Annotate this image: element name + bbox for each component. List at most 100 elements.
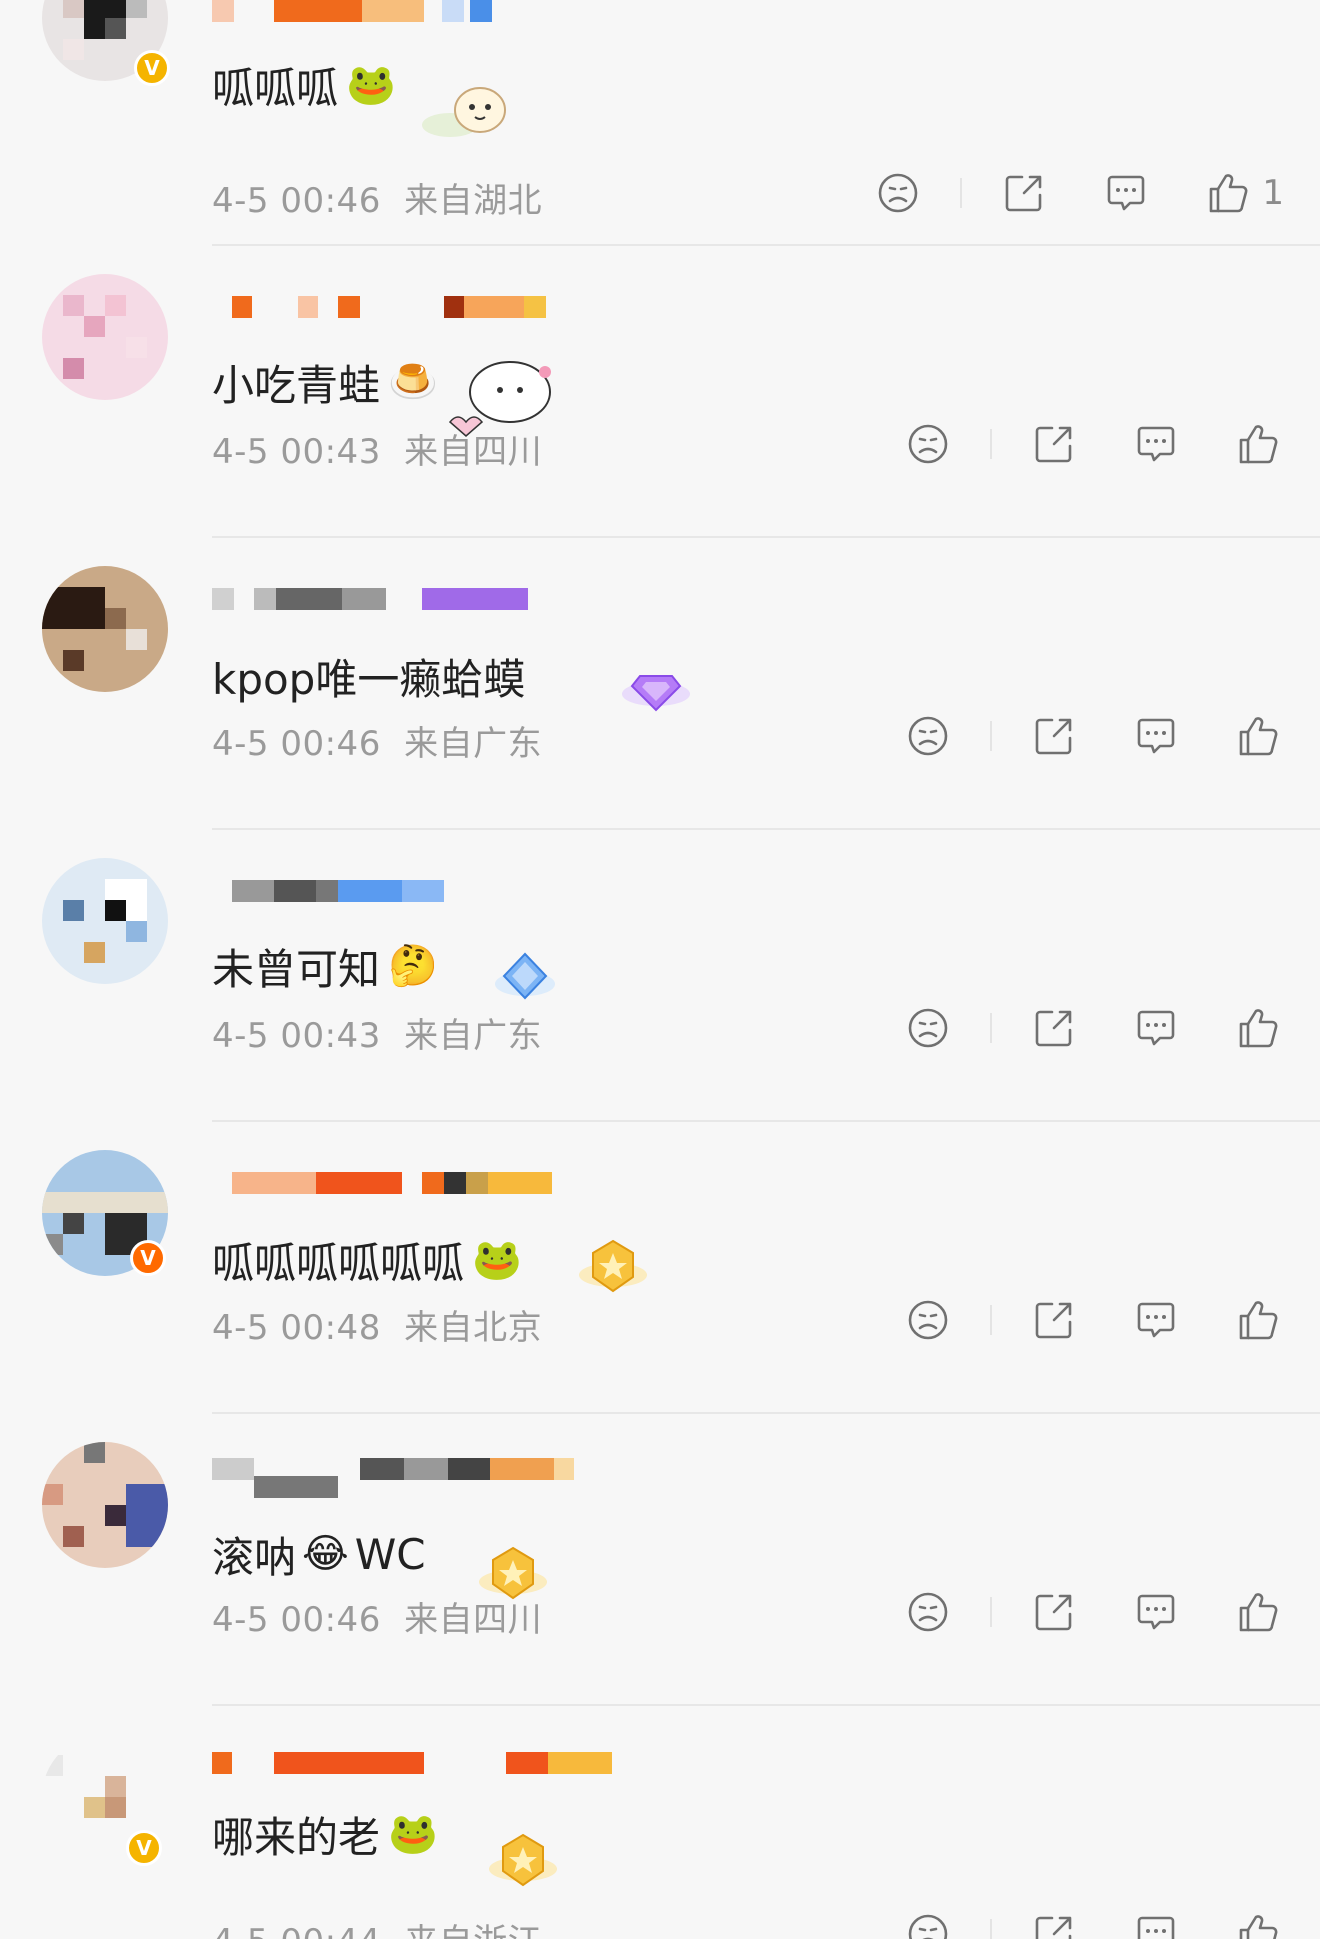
comment-item: kpop唯一癞蛤蟆 4-5 00:46 来自广东 bbox=[0, 566, 1320, 857]
avatar[interactable] bbox=[42, 1442, 168, 1568]
share-icon[interactable] bbox=[1002, 171, 1046, 215]
comment-time: 4-5 00:43 bbox=[212, 432, 381, 472]
thumbs-up-icon[interactable] bbox=[1236, 1590, 1280, 1634]
comment-location: 来自广东 bbox=[404, 724, 543, 764]
avatar[interactable] bbox=[42, 566, 168, 692]
share-icon[interactable] bbox=[1032, 714, 1076, 758]
share-icon[interactable] bbox=[1032, 422, 1076, 466]
thumbs-up-icon[interactable] bbox=[1236, 1298, 1280, 1342]
avatar[interactable] bbox=[42, 274, 168, 400]
thumbs-up-icon[interactable] bbox=[1236, 714, 1280, 758]
comment-item: 未曾可知 🤔 4-5 00:43 来自广东 bbox=[0, 858, 1320, 1149]
divider-line bbox=[990, 721, 992, 751]
comment-text-body: kpop唯一癞蛤蟆 bbox=[212, 654, 526, 704]
comment-item: V 哪来的老 🐸 4-5 00:44 来自浙江 bbox=[0, 1734, 1320, 1939]
frog-emoji-icon: 🐸 bbox=[346, 62, 396, 108]
comment-divider bbox=[212, 1412, 1320, 1414]
share-icon[interactable] bbox=[1032, 1298, 1076, 1342]
divider-line bbox=[990, 1597, 992, 1627]
comment-location: 来自湖北 bbox=[404, 181, 543, 221]
share-icon[interactable] bbox=[1032, 1590, 1076, 1634]
comment-bubble-icon[interactable] bbox=[1104, 171, 1148, 215]
nickname[interactable] bbox=[212, 880, 572, 902]
comment-bubble-icon[interactable] bbox=[1134, 714, 1178, 758]
share-icon[interactable] bbox=[1032, 1006, 1076, 1050]
frown-icon[interactable] bbox=[906, 1590, 950, 1634]
thumbs-up-icon[interactable] bbox=[1236, 422, 1280, 466]
verified-badge: V bbox=[130, 1240, 166, 1276]
comment-bubble-icon[interactable] bbox=[1134, 1298, 1178, 1342]
comment-bubble-icon[interactable] bbox=[1134, 1006, 1178, 1050]
laughing-tears-emoji-icon: 😂 bbox=[302, 1531, 349, 1577]
comment-actions bbox=[906, 1298, 1280, 1342]
comment-text: 未曾可知 🤔 bbox=[212, 936, 438, 996]
frown-icon[interactable] bbox=[906, 714, 950, 758]
comment-text-body: 小吃青蛙 bbox=[212, 360, 381, 410]
medal-gold-icon bbox=[579, 1239, 647, 1293]
comment-actions bbox=[906, 1590, 1280, 1634]
comment-location: 来自四川 bbox=[404, 1600, 543, 1640]
divider-line bbox=[990, 1919, 992, 1939]
comment-divider bbox=[212, 244, 1320, 246]
comment-item: 小吃青蛙 🍮 4-5 00:43 来自四川 bbox=[0, 274, 1320, 565]
nickname[interactable] bbox=[212, 0, 572, 22]
comment-text-body: 哪来的老 bbox=[212, 1812, 381, 1862]
comment-divider bbox=[212, 536, 1320, 538]
divider-line bbox=[960, 178, 963, 208]
comment-text: 小吃青蛙 🍮 bbox=[212, 352, 438, 412]
comment-text: 哪来的老 🐸 bbox=[212, 1804, 438, 1864]
diamond-blue-icon bbox=[495, 952, 555, 1000]
like-count: 1 bbox=[1262, 173, 1284, 213]
comment-meta: 4-5 00:43 来自四川 bbox=[212, 424, 542, 473]
comment-item: 滚呐 😂 WC 4-5 00:46 来自四川 bbox=[0, 1442, 1320, 1733]
thumbs-up-icon[interactable] bbox=[1236, 1912, 1280, 1939]
comment-divider bbox=[212, 828, 1320, 830]
comment-time: 4-5 00:44 bbox=[212, 1922, 381, 1939]
avatar[interactable] bbox=[42, 858, 168, 984]
comment-time: 4-5 00:43 bbox=[212, 1016, 381, 1056]
nickname[interactable] bbox=[212, 296, 572, 318]
comment-actions bbox=[906, 422, 1280, 466]
nickname[interactable] bbox=[212, 1172, 572, 1194]
diamond-purple-icon bbox=[622, 675, 690, 712]
comment-text-body: 未曾可知 bbox=[212, 944, 381, 994]
comment-time: 4-5 00:46 bbox=[212, 181, 381, 221]
frown-icon[interactable] bbox=[906, 422, 950, 466]
comment-location: 来自广东 bbox=[404, 1016, 543, 1056]
thinking-emoji-icon: 🤔 bbox=[388, 943, 438, 989]
comment-divider bbox=[212, 1120, 1320, 1122]
verified-badge: V bbox=[134, 50, 170, 86]
comment-bubble-icon[interactable] bbox=[1134, 1590, 1178, 1634]
frown-icon[interactable] bbox=[906, 1006, 950, 1050]
thumbs-up-icon[interactable] bbox=[1236, 1006, 1280, 1050]
comment-time: 4-5 00:46 bbox=[212, 1600, 381, 1640]
comment-time: 4-5 00:48 bbox=[212, 1308, 381, 1348]
nickname[interactable] bbox=[212, 1752, 612, 1774]
comment-item: V 呱呱呱 🐸 4-5 00:46 来自湖北 1 bbox=[0, 0, 1320, 266]
nickname[interactable] bbox=[212, 1458, 574, 1498]
comment-item: V 呱呱呱呱呱呱 🐸 4-5 00:48 来自北京 bbox=[0, 1150, 1320, 1441]
comment-meta: 4-5 00:43 来自广东 bbox=[212, 1008, 542, 1057]
frown-icon[interactable] bbox=[906, 1298, 950, 1342]
comment-actions bbox=[906, 1912, 1280, 1939]
comment-bubble-icon[interactable] bbox=[1134, 422, 1178, 466]
comment-meta: 4-5 00:46 来自湖北 bbox=[212, 173, 542, 222]
comment-text: kpop唯一癞蛤蟆 bbox=[212, 646, 525, 706]
comment-meta: 4-5 00:44 来自浙江 bbox=[212, 1914, 542, 1939]
frog-emoji-icon: 🐸 bbox=[472, 1237, 522, 1283]
comment-meta: 4-5 00:46 来自四川 bbox=[212, 1592, 542, 1641]
comment-actions bbox=[906, 1006, 1280, 1050]
share-icon[interactable] bbox=[1032, 1912, 1076, 1939]
comment-divider bbox=[212, 1704, 1320, 1706]
comment-actions: 1 bbox=[876, 171, 1284, 215]
comment-time: 4-5 00:46 bbox=[212, 724, 381, 764]
comment-bubble-icon[interactable] bbox=[1134, 1912, 1178, 1939]
frown-icon[interactable] bbox=[906, 1912, 950, 1939]
comment-actions bbox=[906, 714, 1280, 758]
thumbs-up-icon[interactable] bbox=[1206, 171, 1250, 215]
nickname[interactable] bbox=[212, 588, 572, 610]
comment-location: 来自浙江 bbox=[404, 1922, 542, 1939]
frown-icon[interactable] bbox=[876, 171, 920, 215]
comment-text: 呱呱呱 🐸 bbox=[212, 55, 396, 115]
sticker-cat-icon bbox=[422, 87, 506, 137]
